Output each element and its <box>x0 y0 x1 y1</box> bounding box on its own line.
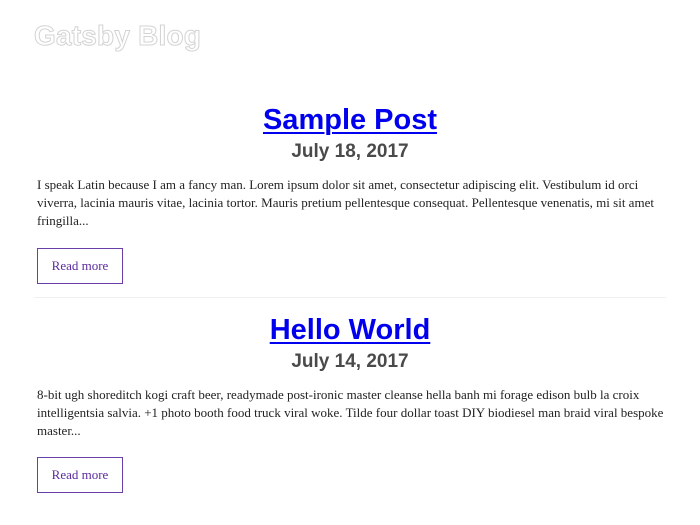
blog-page: Gatsby Blog Sample Post July 18, 2017 I … <box>0 0 700 525</box>
post-date: July 18, 2017 <box>291 141 409 162</box>
post-excerpt: I speak Latin because I am a fancy man. … <box>37 177 654 228</box>
post-title: Sample Post <box>0 100 700 140</box>
post-title: Hello World <box>0 310 700 350</box>
post-divider <box>34 297 666 298</box>
post-card: Sample Post July 18, 2017 I speak Latin … <box>0 100 700 284</box>
read-more-button[interactable]: Read more <box>37 248 123 284</box>
post-excerpt: 8-bit ugh shoreditch kogi craft beer, re… <box>37 387 664 438</box>
site-title[interactable]: Gatsby Blog <box>33 18 201 54</box>
read-more-button[interactable]: Read more <box>37 457 123 493</box>
post-date: July 14, 2017 <box>291 351 409 372</box>
post-title-link[interactable]: Hello World <box>270 314 431 346</box>
post-title-link[interactable]: Sample Post <box>263 104 437 136</box>
post-card: Hello World July 14, 2017 8-bit ugh shor… <box>0 310 700 493</box>
